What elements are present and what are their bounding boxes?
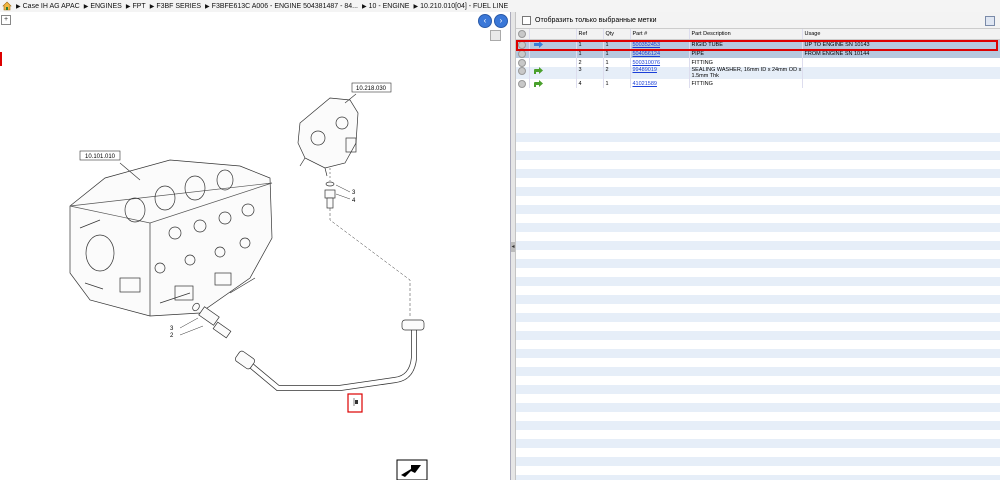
row-select-icon[interactable]	[518, 49, 526, 58]
table-row[interactable]: 1 1 500352453 RIGID TUBE UP TO ENGINE SN…	[516, 39, 1000, 49]
row-usage	[802, 79, 1000, 88]
replacement-arrow-icon[interactable]	[533, 80, 543, 87]
ref-label-pump[interactable]: 10.218.030	[356, 86, 387, 92]
chevron-right-icon: ▶	[16, 3, 21, 10]
row-ref: 1	[576, 39, 604, 49]
part-number-link[interactable]: 500310076	[633, 60, 661, 66]
row-description: RIGID TUBE	[689, 39, 803, 49]
home-icon[interactable]	[2, 1, 12, 11]
row-ref: 4	[576, 79, 604, 88]
row-usage: UP TO ENGINE SN 10143	[802, 39, 1000, 49]
chevron-right-icon: ▶	[361, 3, 367, 10]
breadcrumb-item-current[interactable]: ▶ 10.210.010[04] - FUEL LINE	[413, 3, 508, 10]
ref-1-hotspot[interactable]	[347, 393, 363, 413]
row-ref: 2	[576, 58, 604, 67]
row-select-icon[interactable]	[518, 67, 526, 75]
row-qty: 1	[603, 79, 631, 88]
row-select-icon[interactable]	[518, 40, 526, 49]
previous-diagram-button[interactable]: ‹	[478, 14, 492, 28]
engine-block[interactable]	[69, 159, 273, 317]
header-usage[interactable]: Usage	[802, 29, 1000, 40]
row-description: PIPE	[689, 49, 803, 58]
breadcrumb-item-fpt[interactable]: ▶ FPT	[126, 3, 146, 10]
table-header-row: Ref Qty Part # Part Description Usage	[516, 29, 1000, 40]
header-part[interactable]: Part #	[630, 29, 690, 40]
callout-2: 2	[170, 333, 174, 339]
row-description: SEALING WASHER, 16mm ID x 24mm OD x 1.5mm…	[689, 67, 803, 79]
row-description: FITTING	[689, 79, 803, 88]
row-qty: 1	[603, 39, 631, 49]
collapse-icon[interactable]: ◂	[511, 242, 515, 252]
replacement-arrow-icon[interactable]	[533, 67, 543, 74]
part-number-link[interactable]: 41021589	[633, 81, 657, 87]
row-qty: 1	[603, 49, 631, 58]
header-qty[interactable]: Qty	[603, 29, 631, 40]
table-row[interactable]: 4 1 41021589 FITTING	[516, 79, 1000, 88]
header-ref[interactable]: Ref	[576, 29, 604, 40]
breadcrumb-item-section[interactable]: ▶ 10 - ENGINE	[362, 3, 409, 10]
select-all-icon[interactable]	[518, 30, 526, 38]
row-description: FITTING	[689, 58, 803, 67]
row-usage	[802, 58, 1000, 67]
header-icon	[529, 29, 577, 40]
header-select[interactable]	[516, 29, 530, 40]
expand-icon[interactable]: +	[1, 15, 11, 25]
breadcrumb-item-engines[interactable]: ▶ ENGINES	[84, 3, 122, 10]
upper-fitting[interactable]	[324, 181, 336, 209]
grid-settings-icon[interactable]	[985, 16, 995, 26]
breadcrumb-item-brand[interactable]: ▶ Case IH AG APAC	[16, 3, 80, 10]
show-selected-only-label: Отобразить только выбранные метки	[535, 16, 657, 24]
table-row[interactable]: 1 1 504056124 PIPE FROM ENGINE SN 10144	[516, 49, 1000, 58]
callout-3-lower: 3	[170, 326, 174, 332]
next-diagram-button[interactable]: ›	[494, 14, 508, 28]
callout-4: 4	[352, 198, 356, 204]
diagram-symbol-icon	[396, 459, 428, 480]
diagram-panel: + ‹ › 10.101.010 10.218.030 3 4 3 2	[0, 12, 511, 480]
row-usage	[802, 67, 1000, 79]
ref-label-block[interactable]: 10.101.010	[85, 154, 116, 160]
part-number-link[interactable]: 504056124	[633, 51, 661, 57]
chevron-right-icon: ▶	[413, 3, 419, 10]
callout-3-upper: 3	[352, 190, 356, 196]
empty-rows	[516, 124, 1000, 480]
parts-list-panel: Отобразить только выбранные метки Ref Qt…	[516, 12, 1000, 480]
replacement-arrow-icon[interactable]	[533, 41, 543, 48]
row-ref: 3	[576, 67, 604, 79]
row-usage: FROM ENGINE SN 10144	[802, 49, 1000, 58]
show-selected-only-checkbox[interactable]	[522, 15, 531, 25]
row-qty: 1	[603, 58, 631, 67]
fuel-line-tube[interactable]	[234, 319, 425, 391]
header-description[interactable]: Part Description	[689, 29, 803, 40]
exploded-parts-diagram[interactable]: 10.101.010 10.218.030 3 4 3 2	[0, 28, 510, 480]
row-qty: 2	[603, 67, 631, 79]
chevron-right-icon: ▶	[205, 3, 210, 10]
parts-table: Ref Qty Part # Part Description Usage 1 …	[516, 29, 1000, 88]
row-ref: 1	[576, 49, 604, 58]
table-row[interactable]: 3 2 99489019 SEALING WASHER, 16mm ID x 2…	[516, 67, 1000, 79]
row-select-icon[interactable]	[518, 58, 526, 67]
table-row[interactable]: 2 1 500310076 FITTING	[516, 58, 1000, 67]
diagram-toolbar: + ‹ ›	[0, 12, 510, 28]
lower-fitting[interactable]	[191, 302, 232, 339]
pump-assembly[interactable]	[297, 97, 359, 177]
row-select-icon[interactable]	[518, 79, 526, 88]
breadcrumb-item-engine-model[interactable]: ▶ F3BFE613C A006 - ENGINE 504381487 - 84.…	[205, 3, 358, 10]
part-number-link[interactable]: 99489019	[633, 67, 657, 73]
chevron-right-icon: ▶	[83, 3, 89, 10]
breadcrumb-item-series[interactable]: ▶ F3BF SERIES	[150, 3, 201, 10]
part-number-link[interactable]: 500352453	[633, 42, 661, 48]
chevron-right-icon: ▶	[125, 3, 131, 10]
filter-bar: Отобразить только выбранные метки	[516, 12, 1000, 29]
chevron-right-icon: ▶	[149, 3, 155, 10]
